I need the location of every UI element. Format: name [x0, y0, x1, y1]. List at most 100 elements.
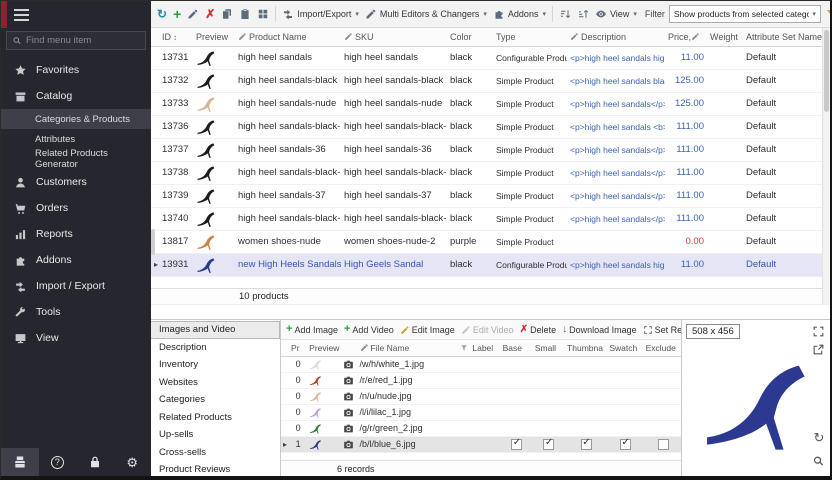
open-external-button[interactable]: [812, 342, 826, 356]
product-description-cell[interactable]: <p>high heel sandals high heel sandals</…: [567, 46, 665, 69]
base-checkbox[interactable]: [511, 359, 522, 370]
menu-search-input[interactable]: [26, 35, 140, 46]
image-priority-cell[interactable]: 0: [289, 388, 307, 404]
product-type-cell[interactable]: Configurable Product: [493, 46, 567, 69]
sidebar-item[interactable]: Reports: [1, 221, 151, 247]
sidebar-item[interactable]: Import / Export: [1, 273, 151, 299]
swatch-cell[interactable]: [607, 388, 643, 404]
filters-menu[interactable]: Filters▾: [823, 7, 830, 21]
product-id-cell[interactable]: 13931: [159, 253, 193, 276]
product-type-cell[interactable]: Simple Product: [493, 161, 567, 184]
product-color-cell[interactable]: black: [447, 69, 493, 92]
columns-button[interactable]: [255, 7, 271, 21]
base-checkbox[interactable]: [511, 407, 522, 418]
id-column-header[interactable]: ID↕: [159, 28, 193, 46]
product-price-cell[interactable]: 111.00: [665, 184, 707, 207]
product-row[interactable]: 13732 high heel sandals-black high heel …: [151, 69, 825, 92]
product-type-cell[interactable]: Simple Product: [493, 92, 567, 115]
product-preview-cell[interactable]: [193, 138, 235, 161]
sidebar-subitem[interactable]: Attributes: [1, 129, 151, 149]
product-color-cell[interactable]: black: [447, 253, 493, 276]
product-row[interactable]: 13733 high heel sandals-nude high heel s…: [151, 92, 825, 115]
delete-image-button[interactable]: ✗Delete: [518, 324, 558, 336]
sidebar-item[interactable]: Addons: [1, 247, 151, 273]
product-preview-cell[interactable]: [193, 253, 235, 276]
image-filename-cell[interactable]: /g/r/green_2.jpg: [358, 420, 459, 436]
product-weight-cell[interactable]: [707, 115, 743, 138]
image-row[interactable]: ▸ 1 /b/l/blue_6.jpg: [281, 436, 684, 452]
sidebar-item[interactable]: Tools: [1, 299, 151, 325]
color-column-header[interactable]: Color: [447, 28, 493, 46]
image-row[interactable]: 0 /n/u/nude.jpg: [281, 388, 684, 404]
add-image-button[interactable]: +Add Image: [284, 323, 340, 336]
image-label-cell[interactable]: [470, 436, 500, 452]
detail-tab[interactable]: Product Reviews: [151, 461, 280, 479]
product-row[interactable]: 13731 high heel sandals high heel sandal…: [151, 46, 825, 69]
label-column-header[interactable]: Label: [470, 340, 500, 356]
base-column-header[interactable]: Base: [501, 340, 533, 356]
detail-tab[interactable]: Up-sells: [151, 426, 280, 444]
image-filename-cell[interactable]: /r/e/red_1.jpg: [358, 372, 459, 388]
small-checkbox[interactable]: [543, 439, 554, 450]
swatch-cell[interactable]: [607, 372, 643, 388]
product-id-cell[interactable]: 13732: [159, 69, 193, 92]
base-cell[interactable]: [501, 436, 533, 452]
image-label-cell[interactable]: [470, 388, 500, 404]
product-attribute-set-cell[interactable]: Default: [743, 207, 825, 230]
product-weight-cell[interactable]: [707, 230, 743, 253]
panel-splitter-handle[interactable]: [151, 229, 155, 255]
thumbnail-cell[interactable]: [565, 404, 607, 420]
swatch-checkbox[interactable]: [620, 391, 631, 402]
small-checkbox[interactable]: [543, 407, 554, 418]
product-description-cell[interactable]: <p>high heel sandals</p>: [567, 161, 665, 184]
product-description-cell[interactable]: <p>high heel sandals <b>high heel san…: [567, 115, 665, 138]
type-column-header[interactable]: Type: [493, 28, 567, 46]
product-name-cell[interactable]: high heel sandals-37: [235, 184, 341, 207]
base-cell[interactable]: [501, 404, 533, 420]
image-label-cell[interactable]: [470, 372, 500, 388]
zoom-button[interactable]: [812, 454, 826, 468]
detail-tab[interactable]: Categories: [151, 391, 280, 409]
swatch-checkbox[interactable]: [620, 439, 631, 450]
small-cell[interactable]: [533, 404, 565, 420]
exclude-checkbox[interactable]: [658, 359, 669, 370]
product-weight-cell[interactable]: [707, 69, 743, 92]
exclude-column-header[interactable]: Exclude: [644, 340, 684, 356]
sort-desc-button[interactable]: [575, 7, 591, 21]
product-name-cell[interactable]: high heel sandals-36: [235, 138, 341, 161]
view-menu[interactable]: View▾: [593, 7, 639, 21]
product-id-cell[interactable]: 13733: [159, 92, 193, 115]
product-row[interactable]: 13817 women shoes-nude women shoes-nude-…: [151, 230, 825, 253]
settings-button[interactable]: ⚙: [114, 448, 152, 476]
product-color-cell[interactable]: black: [447, 46, 493, 69]
product-row[interactable]: 13739 high heel sandals-37 high heel san…: [151, 184, 825, 207]
exclude-checkbox[interactable]: [658, 423, 669, 434]
swatch-cell[interactable]: [607, 356, 643, 372]
priority-column-header[interactable]: Pr: [289, 340, 307, 356]
swatch-cell[interactable]: [607, 420, 643, 436]
thumbnail-cell[interactable]: [565, 436, 607, 452]
image-row[interactable]: 0 /w/h/white_1.jpg: [281, 356, 684, 372]
product-attribute-set-cell[interactable]: Default: [743, 46, 825, 69]
product-preview-cell[interactable]: [193, 92, 235, 115]
product-sku-cell[interactable]: high heel sandals-black: [341, 69, 447, 92]
weight-column-header[interactable]: Weight: [707, 28, 743, 46]
help-button[interactable]: ?: [39, 448, 77, 476]
product-attribute-set-cell[interactable]: Default: [743, 184, 825, 207]
name-column-header[interactable]: Product Name: [235, 28, 341, 46]
product-row[interactable]: ▸ 13931 new High Heels Sandals High Geel…: [151, 253, 825, 276]
menu-toggle-icon[interactable]: [14, 9, 29, 24]
product-description-cell[interactable]: <p>high heel sandals</p>: [567, 138, 665, 161]
swatch-cell[interactable]: [607, 404, 643, 420]
image-priority-cell[interactable]: 1: [289, 436, 307, 452]
image-label-cell[interactable]: [470, 404, 500, 420]
thumbnail-checkbox[interactable]: [581, 407, 592, 418]
swatch-cell[interactable]: [607, 436, 643, 452]
edit-image-button[interactable]: Edit Image: [398, 324, 457, 336]
thumbnail-cell[interactable]: [565, 388, 607, 404]
product-color-cell[interactable]: black: [447, 115, 493, 138]
swatch-checkbox[interactable]: [620, 407, 631, 418]
exclude-cell[interactable]: [644, 404, 684, 420]
image-preview-cell[interactable]: [307, 404, 341, 420]
detail-tab[interactable]: Websites: [151, 374, 280, 392]
